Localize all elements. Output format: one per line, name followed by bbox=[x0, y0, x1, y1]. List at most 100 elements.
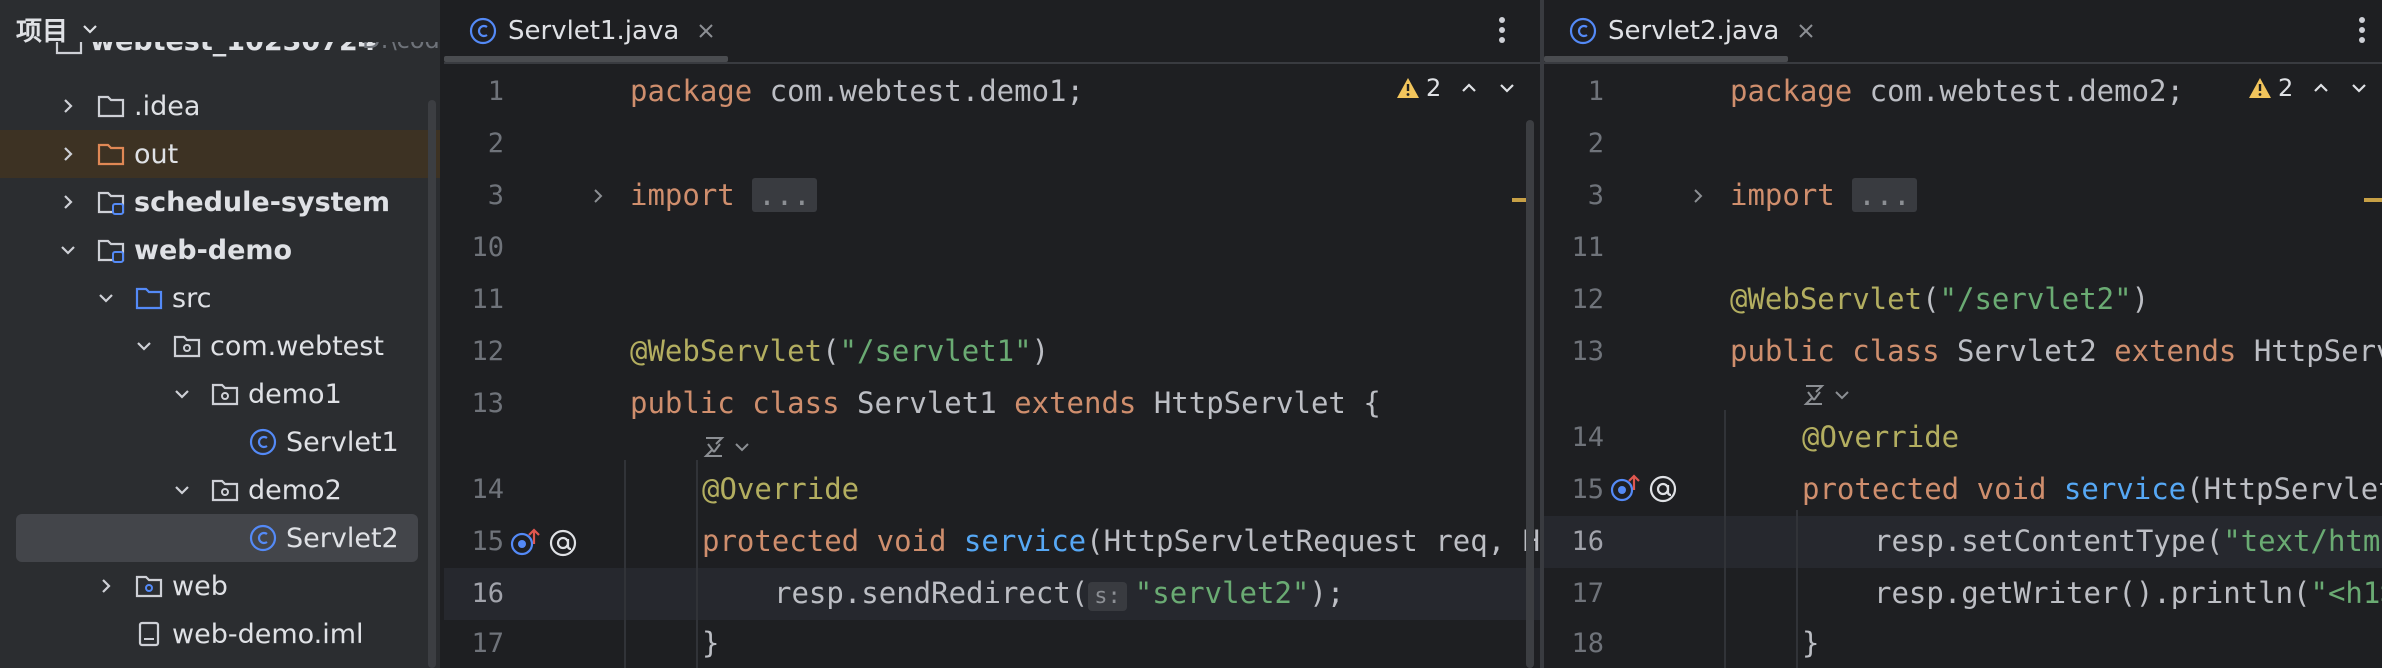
keyword: package bbox=[1730, 74, 1853, 108]
folded-imports[interactable]: ... bbox=[752, 178, 817, 212]
chevron-up-icon[interactable] bbox=[1459, 78, 1479, 98]
line-number: 13 bbox=[1571, 336, 1604, 367]
close-icon[interactable] bbox=[1797, 22, 1815, 40]
more-options-icon[interactable] bbox=[2356, 10, 2368, 50]
code-line-12[interactable]: @WebServlet("/servlet2") bbox=[1730, 282, 2149, 316]
tree-root-path: D:\code bbox=[362, 42, 440, 54]
tree-item-idea[interactable]: .idea bbox=[0, 82, 440, 130]
excluded-folder-icon bbox=[97, 143, 125, 166]
web-endpoint-icon[interactable] bbox=[1646, 472, 1680, 506]
tree-item-label: schedule-system bbox=[134, 186, 391, 218]
tree-item-demo1[interactable]: demo1 bbox=[0, 370, 440, 418]
line-number: 2 bbox=[1587, 128, 1604, 159]
chevron-down-icon[interactable] bbox=[58, 240, 78, 260]
warning-count: 2 bbox=[1426, 74, 1442, 102]
code-line-13[interactable]: public class Servlet2 extends HttpServle… bbox=[1730, 334, 2382, 368]
inspection-widget[interactable]: 2 bbox=[2248, 74, 2374, 102]
chevron-down-icon[interactable] bbox=[134, 336, 154, 356]
code-line-14[interactable]: @Override bbox=[1802, 420, 1959, 454]
module-icon bbox=[97, 239, 125, 263]
chevron-down-icon[interactable] bbox=[2349, 78, 2369, 98]
close-icon[interactable] bbox=[697, 22, 715, 40]
override-method-icon[interactable] bbox=[508, 526, 542, 560]
keyword: import bbox=[630, 178, 735, 212]
inspection-widget[interactable]: 2 bbox=[1396, 74, 1517, 102]
line-number: 1 bbox=[487, 76, 504, 107]
chevron-down-icon[interactable] bbox=[172, 384, 192, 404]
web-endpoint-icon[interactable] bbox=[546, 526, 580, 560]
tree-root-row[interactable]: webtest_10230724 D:\code bbox=[0, 42, 440, 70]
inlay-code-vision-icon[interactable] bbox=[1800, 380, 1854, 410]
code-line-16[interactable]: resp.sendRedirect(s: "servlet2"); bbox=[774, 576, 1344, 611]
chevron-down-icon[interactable] bbox=[80, 19, 100, 39]
module-icon bbox=[55, 42, 83, 55]
fold-expand-icon[interactable] bbox=[1688, 186, 1708, 206]
line-number: 13 bbox=[471, 388, 504, 419]
code-text: ( bbox=[822, 334, 840, 368]
chevron-down-icon[interactable] bbox=[1497, 78, 1517, 98]
chevron-down-icon[interactable] bbox=[172, 480, 192, 500]
inlay-code-vision-icon[interactable] bbox=[700, 432, 754, 462]
code-line-17[interactable]: resp.getWriter().println("<h1>Servlet2</… bbox=[1874, 576, 2382, 610]
code-line-15[interactable]: protected void service(HttpServletReques… bbox=[702, 524, 1540, 558]
class-icon bbox=[1569, 17, 1597, 45]
code-line-17[interactable]: } bbox=[702, 626, 719, 660]
tree-item-schedule-system[interactable]: schedule-system bbox=[0, 178, 440, 226]
tree-item-servlet1[interactable]: Servlet1 bbox=[0, 418, 440, 466]
annotation: @WebServlet bbox=[1730, 282, 1923, 316]
fold-expand-icon[interactable] bbox=[588, 186, 608, 206]
parameter-hint: s: bbox=[1088, 582, 1127, 611]
package-icon bbox=[211, 479, 239, 502]
keyword: package bbox=[630, 74, 753, 108]
folded-imports[interactable]: ... bbox=[1852, 178, 1917, 212]
project-scrollbar[interactable] bbox=[428, 100, 436, 668]
code-line-14[interactable]: @Override bbox=[702, 472, 859, 506]
tab-servlet1[interactable]: Servlet1.java bbox=[444, 0, 715, 62]
tab-servlet2[interactable]: Servlet2.java bbox=[1544, 0, 1815, 62]
tree-item-out[interactable]: out bbox=[0, 130, 440, 178]
code-text: com.webtest.demo1; bbox=[752, 74, 1084, 108]
chevron-right-icon[interactable] bbox=[58, 96, 78, 116]
chevron-right-icon[interactable] bbox=[58, 192, 78, 212]
keyword: public bbox=[630, 386, 735, 420]
code-line-1[interactable]: package com.webtest.demo1; bbox=[630, 74, 1084, 108]
code-line-12[interactable]: @WebServlet("/servlet1") bbox=[630, 334, 1049, 368]
tree-item-src[interactable]: src bbox=[0, 274, 440, 322]
override-method-icon[interactable] bbox=[1608, 472, 1642, 506]
tree-item-web-demo[interactable]: web-demo bbox=[0, 226, 440, 274]
package-icon bbox=[173, 335, 201, 358]
code-line-18[interactable]: } bbox=[1802, 626, 1819, 660]
warning-icon bbox=[1397, 78, 1419, 98]
keyword: class bbox=[1852, 334, 1940, 368]
chevron-right-icon[interactable] bbox=[58, 144, 78, 164]
tree-item-demo2[interactable]: demo2 bbox=[0, 466, 440, 514]
code-line-3[interactable]: import ... bbox=[630, 178, 817, 212]
string-literal: "text/html;charset=utf-8" bbox=[2223, 524, 2382, 558]
warning-stripe-marker[interactable] bbox=[2364, 198, 2382, 202]
chevron-right-icon[interactable] bbox=[96, 576, 116, 596]
code-line-13[interactable]: public class Servlet1 extends HttpServle… bbox=[630, 386, 1381, 420]
tree-item-servlet2[interactable]: Servlet2 bbox=[16, 514, 418, 562]
tree-item-web[interactable]: web bbox=[0, 562, 440, 610]
tree-item-com-webtest[interactable]: com.webtest bbox=[0, 322, 440, 370]
indent-guide bbox=[624, 460, 626, 668]
keyword: extends bbox=[2114, 334, 2237, 368]
editor-scrollbar[interactable] bbox=[1526, 120, 1534, 668]
code-line-16[interactable]: resp.setContentType("text/html;charset=u… bbox=[1874, 524, 2382, 558]
module-icon bbox=[97, 191, 125, 215]
chevron-up-icon[interactable] bbox=[2311, 78, 2331, 98]
code-line-1[interactable]: package com.webtest.demo2; bbox=[1730, 74, 2184, 108]
more-options-icon[interactable] bbox=[1496, 10, 1508, 50]
tree-item-web-demo-iml[interactable]: web-demo.iml bbox=[0, 610, 440, 658]
annotation: @WebServlet bbox=[630, 334, 823, 368]
keyword: import bbox=[1730, 178, 1835, 212]
web-folder-icon bbox=[135, 575, 163, 598]
code-text: ) bbox=[1031, 334, 1050, 368]
code-line-15[interactable]: protected void service(HttpServletReques… bbox=[1802, 472, 2382, 506]
code-line-3[interactable]: import ... bbox=[1730, 178, 1917, 212]
code-text: Servlet1 bbox=[839, 386, 1015, 420]
string-literal: "<h1>Servlet2</h1>" bbox=[2310, 576, 2382, 610]
chevron-down-icon[interactable] bbox=[96, 288, 116, 308]
package-icon bbox=[211, 383, 239, 406]
tree-item-label: Servlet1 bbox=[286, 426, 399, 458]
